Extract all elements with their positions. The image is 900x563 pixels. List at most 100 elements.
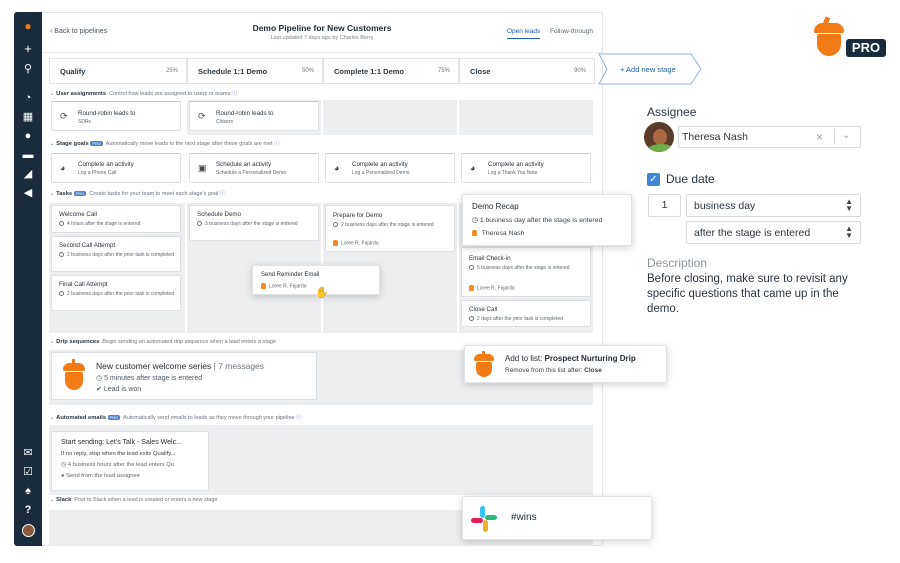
due-number-input[interactable]: 1 [648,194,681,217]
section-title: Automated emails [56,415,107,421]
task-timing: 4 hours after the stage is entered [67,221,141,227]
acorn-icon [59,359,89,393]
page-title: Demo Pipeline for New Customers [252,23,392,33]
clear-icon[interactable]: × [816,130,823,144]
clock-icon: ◷ [472,217,478,224]
card-sub: SDRs [78,119,92,125]
drip-list-card[interactable]: Add to list: Prospect Nurturing Drip Rem… [464,345,667,383]
drip-card[interactable]: New customer welcome series | 7 messages… [51,352,317,400]
assignee-select[interactable]: Theresa Nash × ⌄ [678,126,861,148]
stage-pct: 50% [301,68,314,74]
task-card[interactable]: Email Check-in 5 business days after the… [461,247,591,297]
stage-schedule-demo[interactable]: Schedule 1:1 Demo 50% [187,58,323,84]
clock-icon [59,291,64,297]
goal-card[interactable]: ◕ Complete an activity Log a Thank You N… [461,153,591,183]
acorn-icon [471,351,497,379]
drip-stop: Lead is won [103,386,142,393]
info-icon: ⓘ [231,91,238,97]
due-when-select[interactable]: after the stage is entered ▲ ▼ [686,221,861,244]
help-icon[interactable]: ? [14,504,42,516]
ticket-icon[interactable]: ▬ [14,149,42,161]
task-card[interactable]: Final Call Attempt 2 business days after… [51,275,181,311]
stage-name: Complete 1:1 Demo [334,67,405,76]
remove-label: Remove from this list after: [505,367,583,374]
task-card[interactable]: Second Call Attempt 2 business days afte… [51,236,181,272]
task-timing: 3 business days after the stage is enter… [205,221,298,227]
clock-icon [333,222,338,228]
chevron-down-icon[interactable]: ⌄ [842,130,850,141]
add-stage-button[interactable]: + Add new stage [598,53,703,85]
dragging-task-card[interactable]: Send Reminder Email Loree R. Fajardo ✋ [252,265,380,299]
search-icon[interactable]: ⚲ [14,63,42,75]
empty-slot [459,100,593,135]
gauge-icon[interactable]: ◔ [14,92,42,104]
stage-close[interactable]: Close 90% [459,58,595,84]
card-title: Complete an activity [352,161,408,168]
demo-recap-card[interactable]: Demo Recap ◷ 1 business day after the st… [462,194,632,246]
bell-icon[interactable]: ♠ [14,485,42,497]
drip-timing: 5 minutes after stage is entered [104,375,203,382]
task-title: Schedule Demo [197,211,242,218]
due-date-label: Due date [666,172,715,186]
task-timing: 1 business day after the stage is entere… [479,217,603,224]
goal-card[interactable]: ◕ Complete an activity Log a Phone Call [51,153,181,183]
page-subtitle: Last updated 7 days ago by Charles Berry [270,35,374,41]
section-desc: Automatically send emails to leads as th… [123,415,295,421]
stage-pct: 90% [573,68,586,74]
section-title: Drip sequences [56,339,100,345]
section-drip[interactable]: ⌄ Drip sequences Begin sending an automa… [50,339,276,345]
checklist-icon[interactable]: ☑ [14,466,42,478]
task-card[interactable]: Schedule Demo 3 business days after the … [189,205,319,241]
description-text[interactable]: Before closing, make sure to revisit any… [647,272,857,317]
task-timing: 2 days after the prior task is completed [477,316,563,322]
section-stage-goals[interactable]: ⌄ Stage goals PRO Automatically move lea… [50,139,280,147]
stage-qualify[interactable]: Qualify 25% [49,58,187,84]
clock-icon: ◷ [96,375,103,382]
pro-badge: PRO [73,191,87,197]
check-icon: ✔ [96,386,102,393]
assignment-card[interactable]: ⟳ Round-robin leads to SDRs [51,101,181,131]
section-tasks[interactable]: ⌄ Tasks PRO Create tasks for your team t… [50,189,225,197]
task-card[interactable]: Welcome Call 4 hours after the stage is … [51,205,181,233]
building-icon[interactable]: ▦ [14,111,42,123]
avatar[interactable] [14,524,42,540]
section-slack[interactable]: ⌄ Slack Post to Slack when a lead is cre… [50,497,217,503]
phone-icon: ◕ [470,163,476,173]
goal-card[interactable]: ▣ Schedule an activity Schedule a Person… [189,153,319,183]
task-title: Second Call Attempt [59,242,116,249]
section-title: Slack [56,497,72,503]
assignment-card[interactable]: ⟳ Round-robin leads to Closers [189,101,319,131]
acorn-logo-icon[interactable]: ● [14,20,42,32]
section-user-assignments[interactable]: ⌄ User assignments Control how leads are… [50,89,237,97]
task-card[interactable]: Prepare for Demo 2 business days after t… [325,205,455,252]
plus-icon[interactable]: + [14,42,42,55]
clock-icon [197,221,202,227]
task-title: Demo Recap [472,202,519,211]
back-link[interactable]: ‹ Back to pipelines [50,28,107,35]
tab-follow-through[interactable]: Follow-through [550,28,593,38]
stage-name: Qualify [60,67,86,76]
task-title: Email Check-in [469,255,511,262]
mail-icon[interactable]: ✉ [14,447,42,459]
assignee-label: Assignee [647,105,697,119]
section-title: Tasks [56,191,73,197]
due-date-checkbox[interactable]: ✓ [647,173,660,186]
section-automated-emails[interactable]: ⌄ Automated emails PRO Automatically sen… [50,413,302,421]
task-card[interactable]: Close Call 2 days after the prior task i… [461,300,591,327]
card-title: Complete an activity [488,161,544,168]
megaphone-icon[interactable]: ◀ [14,187,42,199]
section-desc: Automatically move leads to the next sta… [105,141,273,147]
task-title: Send Reminder Email [261,272,320,278]
person-icon[interactable]: ● [14,130,42,142]
clock-icon [469,316,474,322]
chart-icon[interactable]: ◢ [14,168,42,180]
due-unit-select[interactable]: business day ▲ ▼ [686,194,861,217]
goal-card[interactable]: ◕ Complete an activity Log a Personalize… [325,153,455,183]
slack-card[interactable]: #wins [462,496,652,540]
acorn-cap [814,23,844,33]
stage-complete-demo[interactable]: Complete 1:1 Demo 75% [323,58,459,84]
info-icon: ⓘ [274,141,280,147]
email-card[interactable]: Start sending: Let's Talk - Sales Welc..… [51,431,209,491]
tab-open-leads[interactable]: Open leads [507,28,541,39]
slack-channel: #wins [511,512,537,523]
